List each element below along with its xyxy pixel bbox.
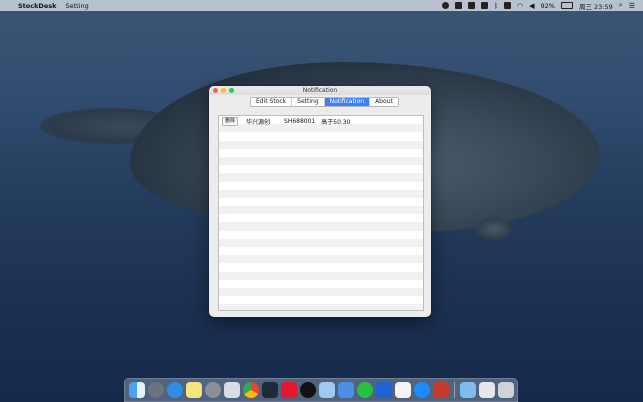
wifi-icon[interactable]: ◠ [517,2,523,10]
notification-list[interactable]: 删除 华兴源创 SH688001 高于50.30 [218,115,424,311]
input-method-icon[interactable] [504,2,512,9]
zoom-button[interactable] [229,88,234,93]
preview-icon[interactable] [318,382,335,398]
textedit-icon[interactable] [394,382,411,398]
finder-icon[interactable] [128,382,145,398]
window-icon[interactable] [478,382,495,398]
terminal-icon[interactable] [261,382,278,398]
chat-status-icon[interactable] [467,2,475,9]
safari-icon[interactable] [166,382,183,398]
weibo-icon[interactable] [280,382,297,398]
minimize-button[interactable] [221,88,226,93]
stock-name: 华兴源创 [246,118,271,126]
maps-icon[interactable] [375,382,392,398]
grid-status-icon[interactable] [480,2,488,9]
delete-button[interactable]: 删除 [222,116,238,126]
notification-row[interactable]: 删除 华兴源创 SH688001 高于50.30 [219,116,423,126]
tab-about[interactable]: About [370,98,398,106]
notes-icon[interactable] [185,382,202,398]
dock-separator [453,382,455,398]
launchpad-icon[interactable] [147,382,164,398]
spotlight-search-icon[interactable]: ⌕ [619,1,623,10]
qq-icon[interactable] [299,382,316,398]
list-stripes [219,116,423,310]
window-title: Notification [302,87,338,94]
clock[interactable]: 周三 23:59 [579,1,613,11]
qq-status-icon[interactable] [441,2,449,9]
menu-bar: StockDesk Setting ᛒ ◠ ◀ 92% 周三 23:59 ⌕ ☰ [0,0,643,11]
tab-notification[interactable]: Notification [324,98,371,106]
wallpaper-rock [476,218,512,240]
volume-icon[interactable]: ◀ [529,2,534,10]
app-menu[interactable]: StockDesk [18,2,56,10]
system-preferences-icon[interactable] [204,382,221,398]
window-titlebar[interactable]: Notification [209,86,431,95]
notification-window: Notification Edit Stock Setting Notifica… [209,86,431,317]
trash-icon[interactable] [497,382,514,398]
chrome-icon[interactable] [242,382,259,398]
tab-bar: Edit Stock Setting Notification About [250,97,399,107]
alert-condition: 高于50.30 [321,118,351,126]
close-button[interactable] [213,88,218,93]
bluetooth-icon[interactable]: ᛒ [494,2,498,10]
tab-edit-stock[interactable]: Edit Stock [251,98,293,106]
tab-setting[interactable]: Setting [292,98,325,106]
setting-menu[interactable]: Setting [65,2,88,10]
display-status-icon[interactable] [454,2,462,9]
dock [124,378,518,402]
iqiyi-icon[interactable] [356,382,373,398]
pdf-icon[interactable] [432,382,449,398]
xcode-icon[interactable] [337,382,354,398]
downloads-folder-icon[interactable] [459,382,476,398]
app-store-icon[interactable] [413,382,430,398]
screenshot-icon[interactable] [223,382,240,398]
stock-code: SH688001 [284,117,316,125]
notification-center-icon[interactable]: ☰ [629,2,635,10]
battery-icon[interactable] [560,2,573,9]
battery-percent[interactable]: 92% [541,2,555,10]
